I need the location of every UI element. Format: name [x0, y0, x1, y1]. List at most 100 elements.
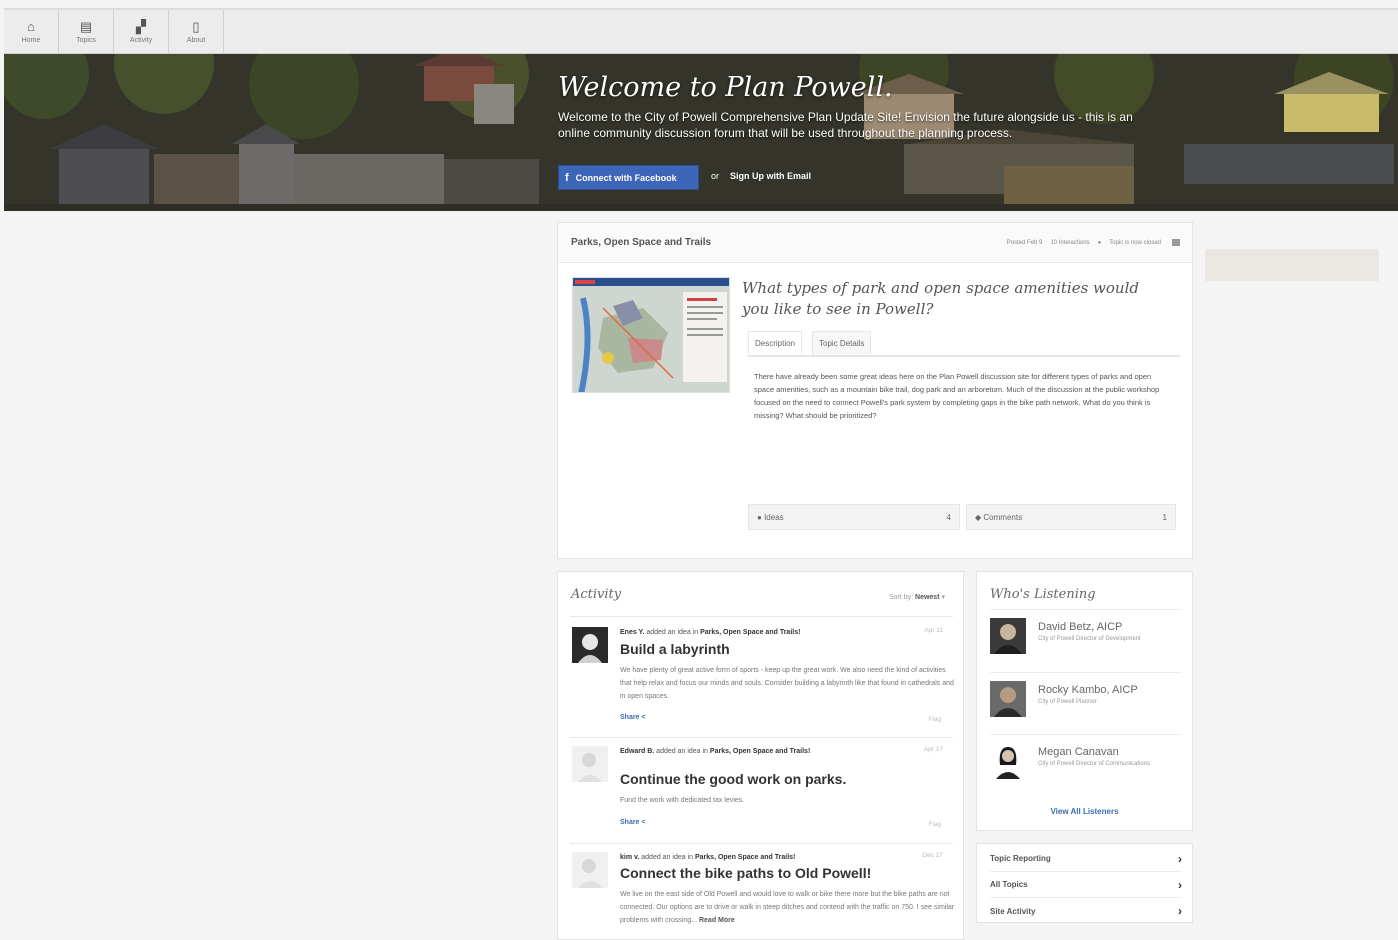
activity-byline: Enes Y. added an idea in Parks, Open Spa…	[620, 627, 890, 638]
topic-posted: Posted Feb 9	[1006, 239, 1043, 246]
topic-description: There have already been some great ideas…	[754, 372, 1160, 420]
nav-activity-button[interactable]: ▞ Activity	[114, 10, 169, 54]
all-topics-label: All Topics	[990, 880, 1028, 889]
listening-title: Who's Listening	[990, 587, 1096, 602]
activity-topic-link[interactable]: Parks, Open Space and Trails!	[700, 629, 800, 636]
hero-subtitle: Welcome to the City of Powell Comprehens…	[558, 110, 1133, 140]
listener-name: Rocky Kambo, AICP	[1038, 684, 1138, 696]
top-nav: ⌂ Home ▤ Topics ▞ Activity ▯ About	[4, 8, 1398, 54]
site-activity-link[interactable]: Site Activity ›	[990, 898, 1182, 924]
share-icon: <	[641, 819, 646, 826]
avatar[interactable]	[572, 746, 608, 782]
listener-photo	[990, 681, 1026, 717]
facebook-icon: f	[565, 171, 569, 184]
topic-closed: Topic is now closed	[1109, 239, 1161, 246]
activity-user[interactable]: kim v.	[620, 854, 639, 861]
tab-description[interactable]: Description	[748, 331, 803, 355]
comments-label: Comments	[983, 512, 1023, 522]
share-icon: <	[641, 714, 646, 721]
site-activity-label: Site Activity	[990, 906, 1036, 916]
about-icon: ▯	[192, 19, 200, 34]
sort-dropdown[interactable]: Sort by: Newest ▾	[889, 593, 945, 601]
activity-icon: ▞	[136, 19, 146, 34]
read-more-link[interactable]: Read More	[699, 917, 735, 924]
nav-home-button[interactable]: ⌂ Home	[4, 10, 59, 54]
idea-text: Fund the work with dedicated tax levies.	[620, 797, 745, 804]
chevron-right-icon: ›	[1178, 877, 1182, 892]
comment-icon: ◆	[975, 512, 982, 522]
activity-byline: kim v. added an idea in Parks, Open Spac…	[620, 852, 890, 863]
idea-text-body: We live on the east side of Old Powell a…	[620, 891, 955, 924]
chevron-right-icon: ›	[1178, 851, 1182, 866]
topic-interactions: 10 Interactions	[1050, 239, 1090, 246]
topic-question: What types of park and open space amenit…	[742, 279, 1139, 318]
topic-map-image[interactable]	[572, 277, 730, 393]
nav-about-button[interactable]: ▯ About	[169, 10, 224, 54]
topic-tabs: Description Topic Details	[748, 331, 1180, 357]
sort-prefix: Sort by:	[888, 594, 914, 601]
nav-activity-label: Activity	[129, 37, 153, 44]
listener-role: City of Powell Director of Development	[1038, 636, 1141, 642]
tab-topic-details[interactable]: Topic Details	[812, 331, 872, 355]
topic-header: Parks, Open Space and Trails Posted Feb …	[558, 223, 1192, 263]
caret-down-icon: ▾	[941, 594, 945, 601]
share-label: Share	[620, 714, 640, 721]
flag-link[interactable]: Flag	[928, 821, 941, 828]
idea-title[interactable]: Continue the good work on parks.	[620, 771, 846, 787]
all-topics-link[interactable]: All Topics ›	[990, 872, 1182, 898]
whos-listening-card: Who's Listening David Betz, AICP City of…	[976, 571, 1193, 831]
activity-topic-link[interactable]: Parks, Open Space and Trails!	[695, 854, 795, 861]
listener-photo	[990, 618, 1026, 654]
avatar[interactable]	[572, 852, 608, 888]
activity-title: Activity	[571, 587, 622, 602]
listener-item: David Betz, AICP City of Powell Director…	[990, 609, 1182, 661]
share-button[interactable]: Share <	[620, 819, 646, 826]
comments-count: 1	[1162, 512, 1167, 522]
activity-date: Dec 17	[922, 852, 943, 859]
activity-card: Activity Sort by: Newest ▾ Enes Y. added…	[557, 571, 964, 940]
signup-email-link[interactable]: Sign Up with Email	[730, 171, 811, 181]
activity-item: kim v. added an idea in Parks, Open Spac…	[570, 843, 956, 939]
activity-action: added an idea in	[644, 629, 701, 636]
right-placeholder-box	[1205, 249, 1379, 281]
sort-value: Newest	[915, 594, 940, 601]
topic-card: Parks, Open Space and Trails Posted Feb …	[557, 222, 1193, 559]
connect-facebook-button[interactable]: f Connect with Facebook	[558, 165, 699, 190]
facebook-button-label: Connect with Facebook	[575, 172, 677, 183]
chevron-right-icon: ›	[1178, 904, 1182, 918]
comments-stat[interactable]: ◆ Comments 1	[966, 504, 1176, 530]
activity-user[interactable]: Edward B.	[620, 748, 654, 755]
idea-title[interactable]: Connect the bike paths to Old Powell!	[620, 865, 871, 881]
avatar[interactable]	[572, 627, 608, 663]
topic-reporting-link[interactable]: Topic Reporting ›	[990, 846, 1182, 872]
listener-name: David Betz, AICP	[1038, 621, 1123, 633]
activity-user[interactable]: Enes Y.	[620, 629, 644, 636]
interactions-icon: ●	[1097, 239, 1102, 246]
hero-banner: Welcome to Plan Powell. Welcome to the C…	[4, 54, 1398, 211]
topic-links-card: Topic Reporting › All Topics › Site Activi…	[976, 843, 1193, 923]
listener-item: Rocky Kambo, AICP City of Powell Planner	[990, 672, 1182, 724]
flag-link[interactable]: Flag	[928, 716, 941, 723]
listener-role: City of Powell Director of Communication…	[1038, 761, 1151, 767]
listener-name: Megan Canavan	[1038, 746, 1119, 758]
share-button[interactable]: Share <	[620, 714, 646, 721]
hero-title: Welcome to Plan Powell.	[558, 72, 893, 103]
idea-text: We live on the east side of Old Powell a…	[620, 888, 956, 927]
activity-action: added an idea in	[639, 854, 695, 861]
ideas-count: 4	[946, 512, 951, 522]
or-separator: or	[711, 171, 720, 181]
ideas-label: Ideas	[764, 512, 784, 522]
home-icon: ⌂	[27, 19, 35, 34]
nav-topics-button[interactable]: ▤ Topics	[59, 10, 114, 54]
idea-title[interactable]: Build a labyrinth	[620, 641, 730, 657]
activity-topic-link[interactable]: Parks, Open Space and Trails!	[710, 748, 810, 755]
view-all-listeners-link[interactable]: View All Listeners	[977, 807, 1192, 816]
topic-category[interactable]: Parks, Open Space and Trails	[571, 237, 711, 248]
nav-home-label: Home	[21, 37, 41, 44]
activity-date: Apr 17	[923, 746, 943, 753]
topic-meta: Posted Feb 9 10 Interactions ● Topic is …	[1007, 239, 1180, 246]
topics-icon: ▤	[79, 19, 93, 34]
share-label: Share	[620, 819, 640, 826]
ideas-stat[interactable]: ● Ideas 4	[748, 504, 960, 530]
lightbulb-icon: ●	[757, 512, 762, 522]
